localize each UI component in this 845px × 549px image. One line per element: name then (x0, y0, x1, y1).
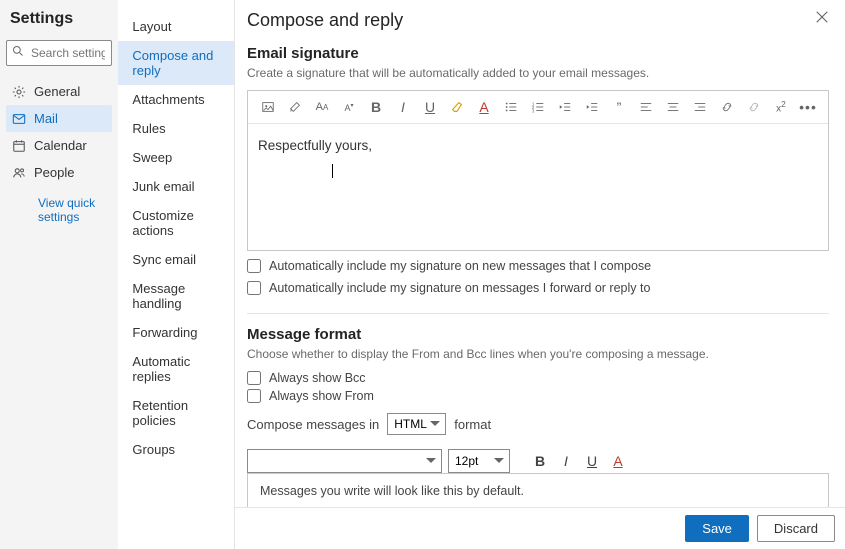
compose-suffix: format (454, 417, 491, 432)
primary-nav: Settings General Mail Calendar People View … (0, 0, 118, 549)
font-size-select[interactable]: 12pt (448, 449, 510, 473)
gear-icon (12, 85, 26, 99)
secondary-nav-item-layout[interactable]: Layout (118, 12, 234, 41)
quote-icon[interactable]: ” (611, 99, 627, 115)
unlink-icon[interactable] (746, 99, 762, 115)
underline-button[interactable]: U (582, 453, 602, 469)
superscript-icon[interactable]: x2 (773, 99, 789, 115)
include-sig-new-label: Automatically include my signature on ne… (269, 259, 651, 273)
font-family-select[interactable] (247, 449, 442, 473)
show-from-row[interactable]: Always show From (247, 389, 829, 403)
primary-nav-item-mail[interactable]: Mail (6, 105, 112, 132)
main-panel: Compose and reply Email signature Create… (235, 0, 845, 549)
primary-nav-label: People (34, 165, 74, 180)
underline-icon[interactable]: U (422, 99, 438, 115)
font-size-aa-icon[interactable]: AA (314, 99, 330, 115)
painter-icon[interactable] (287, 99, 303, 115)
secondary-nav-item-message-handling[interactable]: Message handling (118, 274, 234, 318)
signature-editor: AA A▾ BIU A 123 ” x2 ••• Respectfully yours, (247, 90, 829, 251)
secondary-nav-item-retention-policies[interactable]: Retention policies (118, 391, 234, 435)
settings-title: Settings (6, 10, 112, 36)
primary-nav-label: Calendar (34, 138, 87, 153)
default-font-row: 12pt B I U A (247, 449, 829, 473)
show-bcc-checkbox[interactable] (247, 371, 261, 385)
secondary-nav-item-customize-actions[interactable]: Customize actions (118, 201, 234, 245)
bullet-list-icon[interactable] (503, 99, 519, 115)
italic-icon[interactable]: I (395, 99, 411, 115)
secondary-nav-item-compose-and-reply[interactable]: Compose and reply (118, 41, 234, 85)
mail-icon (12, 112, 26, 126)
secondary-nav-item-automatic-replies[interactable]: Automatic replies (118, 347, 234, 391)
signature-desc: Create a signature that will be automati… (247, 66, 829, 80)
outdent-icon[interactable] (557, 99, 573, 115)
show-bcc-row[interactable]: Always show Bcc (247, 371, 829, 385)
save-button[interactable]: Save (685, 515, 749, 542)
secondary-nav-item-groups[interactable]: Groups (118, 435, 234, 464)
discard-button[interactable]: Discard (757, 515, 835, 542)
compose-format-select[interactable]: HTML (387, 413, 446, 435)
secondary-nav-item-forwarding[interactable]: Forwarding (118, 318, 234, 347)
compose-prefix: Compose messages in (247, 417, 379, 432)
preview-line-1: Messages you write will look like this b… (260, 484, 816, 498)
insert-image-icon[interactable] (260, 99, 276, 115)
section-divider (247, 313, 829, 314)
highlight-icon[interactable] (449, 99, 465, 115)
search-icon (12, 45, 24, 57)
align-right-icon[interactable] (692, 99, 708, 115)
align-center-icon[interactable] (665, 99, 681, 115)
include-sig-new-checkbox[interactable] (247, 259, 261, 273)
number-list-icon[interactable]: 123 (530, 99, 546, 115)
indent-icon[interactable] (584, 99, 600, 115)
signature-editor-body[interactable]: Respectfully yours, (248, 124, 828, 250)
search-box[interactable] (6, 40, 112, 66)
primary-nav-item-general[interactable]: General (6, 78, 112, 105)
secondary-nav: LayoutCompose and replyAttachmentsRulesS… (118, 0, 235, 549)
bold-icon[interactable]: B (368, 99, 384, 115)
svg-text:3: 3 (532, 108, 535, 113)
page-title: Compose and reply (247, 10, 403, 31)
include-sig-reply-row[interactable]: Automatically include my signature on me… (247, 281, 829, 295)
signature-heading: Email signature (247, 45, 829, 62)
link-icon[interactable] (719, 99, 735, 115)
primary-nav-item-people[interactable]: People (6, 159, 112, 186)
close-icon[interactable] (815, 10, 829, 24)
format-desc: Choose whether to display the From and B… (247, 347, 829, 361)
more-icon[interactable]: ••• (800, 99, 816, 115)
include-sig-reply-checkbox[interactable] (247, 281, 261, 295)
font-size-small-icon[interactable]: A▾ (341, 99, 357, 115)
include-sig-reply-label: Automatically include my signature on me… (269, 281, 650, 295)
primary-nav-item-calendar[interactable]: Calendar (6, 132, 112, 159)
view-quick-settings-link[interactable]: View quick settings (6, 186, 112, 224)
signature-text: Respectfully yours, (258, 138, 372, 153)
bold-button[interactable]: B (530, 453, 550, 469)
footer: Save Discard (235, 507, 845, 549)
secondary-nav-item-junk-email[interactable]: Junk email (118, 172, 234, 201)
primary-nav-label: Mail (34, 111, 58, 126)
show-bcc-label: Always show Bcc (269, 371, 366, 385)
secondary-nav-item-sweep[interactable]: Sweep (118, 143, 234, 172)
compose-format-row: Compose messages in HTML format (247, 413, 829, 435)
signature-toolbar: AA A▾ BIU A 123 ” x2 ••• (248, 91, 828, 124)
calendar-icon (12, 139, 26, 153)
secondary-nav-item-rules[interactable]: Rules (118, 114, 234, 143)
format-heading: Message format (247, 326, 829, 343)
show-from-checkbox[interactable] (247, 389, 261, 403)
font-color-icon[interactable]: A (476, 99, 492, 115)
include-sig-new-row[interactable]: Automatically include my signature on ne… (247, 259, 829, 273)
secondary-nav-item-attachments[interactable]: Attachments (118, 85, 234, 114)
secondary-nav-item-sync-email[interactable]: Sync email (118, 245, 234, 274)
italic-button[interactable]: I (556, 453, 576, 469)
text-caret (332, 164, 333, 178)
align-left-icon[interactable] (638, 99, 654, 115)
primary-nav-label: General (34, 84, 80, 99)
show-from-label: Always show From (269, 389, 374, 403)
people-icon (12, 166, 26, 180)
font-color-button[interactable]: A (608, 453, 628, 469)
